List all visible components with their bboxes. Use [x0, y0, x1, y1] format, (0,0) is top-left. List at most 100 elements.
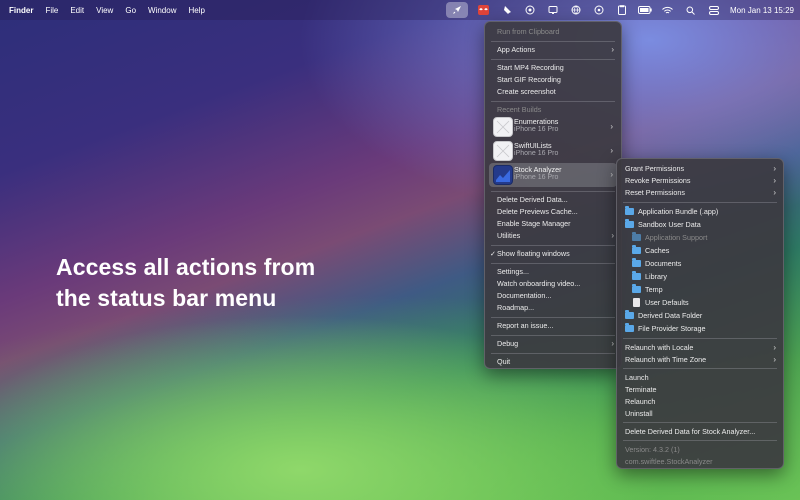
- menu-separator: [623, 440, 777, 441]
- menu-app-finder[interactable]: Finder: [9, 6, 33, 15]
- chevron-right-icon: ›: [611, 231, 614, 240]
- menu-separator: [491, 59, 615, 60]
- app-icon: [493, 141, 513, 161]
- recent-build-item-selected[interactable]: Stock Analyzer iPhone 16 Pro ›: [489, 163, 617, 187]
- submenu-caches[interactable]: Caches: [645, 245, 669, 256]
- chevron-right-icon: ›: [610, 146, 613, 155]
- menu-roadmap[interactable]: Roadmap...: [497, 302, 534, 313]
- menu-create-screenshot[interactable]: Create screenshot: [497, 86, 556, 97]
- menu-run-clipboard[interactable]: Run from Clipboard: [497, 26, 559, 37]
- wifi-icon[interactable]: [661, 3, 675, 17]
- menu-enable-stage-manager[interactable]: Enable Stage Manager: [497, 218, 571, 229]
- menu-separator: [491, 101, 615, 102]
- pin-icon[interactable]: [500, 3, 514, 17]
- menu-start-gif[interactable]: Start GIF Recording: [497, 74, 561, 85]
- submenu-temp[interactable]: Temp: [645, 284, 663, 295]
- chevron-right-icon: ›: [610, 170, 613, 179]
- battery-icon[interactable]: [637, 3, 652, 17]
- menu-separator: [491, 41, 615, 42]
- chevron-right-icon: ›: [773, 164, 776, 173]
- headline-text: Access all actions from the status bar m…: [56, 254, 316, 311]
- menu-settings[interactable]: Settings...: [497, 266, 529, 277]
- menu-bar: Finder File Edit View Go Window Help Mon…: [0, 0, 800, 20]
- folder-icon: [632, 232, 641, 241]
- chevron-right-icon: ›: [611, 45, 614, 54]
- dropbox-icon[interactable]: [477, 3, 491, 17]
- menu-view[interactable]: View: [96, 6, 113, 15]
- menu-separator: [623, 422, 777, 423]
- globe-icon[interactable]: [569, 3, 583, 17]
- clipboard-icon[interactable]: [615, 3, 629, 17]
- menu-report-issue[interactable]: Report an issue...: [497, 320, 553, 331]
- menu-delete-derived[interactable]: Delete Derived Data...: [497, 194, 568, 205]
- folder-icon: [625, 219, 634, 228]
- menu-separator: [491, 317, 615, 318]
- submenu-relaunch-locale[interactable]: Relaunch with Locale: [625, 342, 693, 353]
- menu-watch-onboarding[interactable]: Watch onboarding video...: [497, 278, 580, 289]
- submenu-relaunch[interactable]: Relaunch: [625, 396, 655, 407]
- status-bar-menu: Run from Clipboard App Actions › Start M…: [484, 21, 622, 369]
- menu-separator: [491, 263, 615, 264]
- menu-utilities[interactable]: Utilities: [497, 230, 520, 241]
- rocket-icon[interactable]: [445, 2, 468, 18]
- submenu-sandbox-user-data[interactable]: Sandbox User Data: [638, 219, 701, 230]
- folder-icon: [625, 206, 634, 215]
- menu-debug[interactable]: Debug: [497, 338, 518, 349]
- submenu-relaunch-timezone[interactable]: Relaunch with Time Zone: [625, 354, 706, 365]
- screen-icon[interactable]: [546, 3, 560, 17]
- submenu-terminate[interactable]: Terminate: [625, 384, 657, 395]
- menu-file[interactable]: File: [45, 6, 58, 15]
- menu-separator: [623, 202, 777, 203]
- submenu-application-bundle[interactable]: Application Bundle (.app): [638, 206, 718, 217]
- menu-documentation[interactable]: Documentation...: [497, 290, 551, 301]
- build-device: iPhone 16 Pro: [514, 126, 559, 133]
- menu-window[interactable]: Window: [148, 6, 176, 15]
- chat-icon[interactable]: [592, 3, 606, 17]
- menu-clock[interactable]: Mon Jan 13 15:29: [730, 6, 794, 15]
- menu-start-mp4[interactable]: Start MP4 Recording: [497, 62, 564, 73]
- menu-show-floating-windows[interactable]: Show floating windows: [497, 248, 570, 259]
- target-icon[interactable]: [523, 3, 537, 17]
- build-device: iPhone 16 Pro: [514, 150, 559, 157]
- build-submenu: Grant Permissions › Revoke Permissions ›…: [616, 158, 784, 469]
- chevron-right-icon: ›: [773, 343, 776, 352]
- recent-build-item[interactable]: Enumerations iPhone 16 Pro ›: [489, 115, 617, 139]
- submenu-application-support[interactable]: Application Support: [645, 232, 707, 243]
- submenu-library[interactable]: Library: [645, 271, 667, 282]
- chevron-right-icon: ›: [611, 339, 614, 348]
- menu-separator: [491, 353, 615, 354]
- menu-separator: [491, 245, 615, 246]
- folder-icon: [632, 271, 641, 280]
- submenu-file-provider-storage[interactable]: File Provider Storage: [638, 323, 706, 334]
- submenu-user-defaults[interactable]: User Defaults: [645, 297, 689, 308]
- checkmark-icon: ✓: [490, 249, 497, 258]
- menu-app-actions[interactable]: App Actions: [497, 44, 535, 55]
- menu-separator: [491, 335, 615, 336]
- chevron-right-icon: ›: [773, 355, 776, 364]
- menu-separator: [623, 338, 777, 339]
- submenu-revoke-permissions[interactable]: Revoke Permissions: [625, 175, 691, 186]
- recent-build-item[interactable]: SwiftUILists iPhone 16 Pro ›: [489, 139, 617, 163]
- menu-separator: [491, 191, 615, 192]
- submenu-derived-data-folder[interactable]: Derived Data Folder: [638, 310, 702, 321]
- control-center-icon[interactable]: [707, 3, 721, 17]
- menu-help[interactable]: Help: [188, 6, 204, 15]
- submenu-reset-permissions[interactable]: Reset Permissions: [625, 187, 685, 198]
- build-device: iPhone 16 Pro: [514, 174, 559, 181]
- menu-delete-previews[interactable]: Delete Previews Cache...: [497, 206, 578, 217]
- menu-go[interactable]: Go: [125, 6, 136, 15]
- folder-icon: [625, 323, 634, 332]
- submenu-uninstall[interactable]: Uninstall: [625, 408, 653, 419]
- bundle-id-label: com.swiftlee.StockAnalyzer: [625, 457, 713, 466]
- search-icon[interactable]: [684, 3, 698, 17]
- folder-icon: [632, 284, 641, 293]
- menu-edit[interactable]: Edit: [70, 6, 84, 15]
- submenu-delete-derived-for-app[interactable]: Delete Derived Data for Stock Analyzer..…: [625, 426, 755, 437]
- build-name: Enumerations: [514, 117, 559, 126]
- chevron-right-icon: ›: [773, 176, 776, 185]
- submenu-grant-permissions[interactable]: Grant Permissions: [625, 163, 684, 174]
- menu-separator: [623, 368, 777, 369]
- submenu-documents[interactable]: Documents: [645, 258, 681, 269]
- submenu-launch[interactable]: Launch: [625, 372, 649, 383]
- menu-quit[interactable]: Quit: [497, 356, 510, 367]
